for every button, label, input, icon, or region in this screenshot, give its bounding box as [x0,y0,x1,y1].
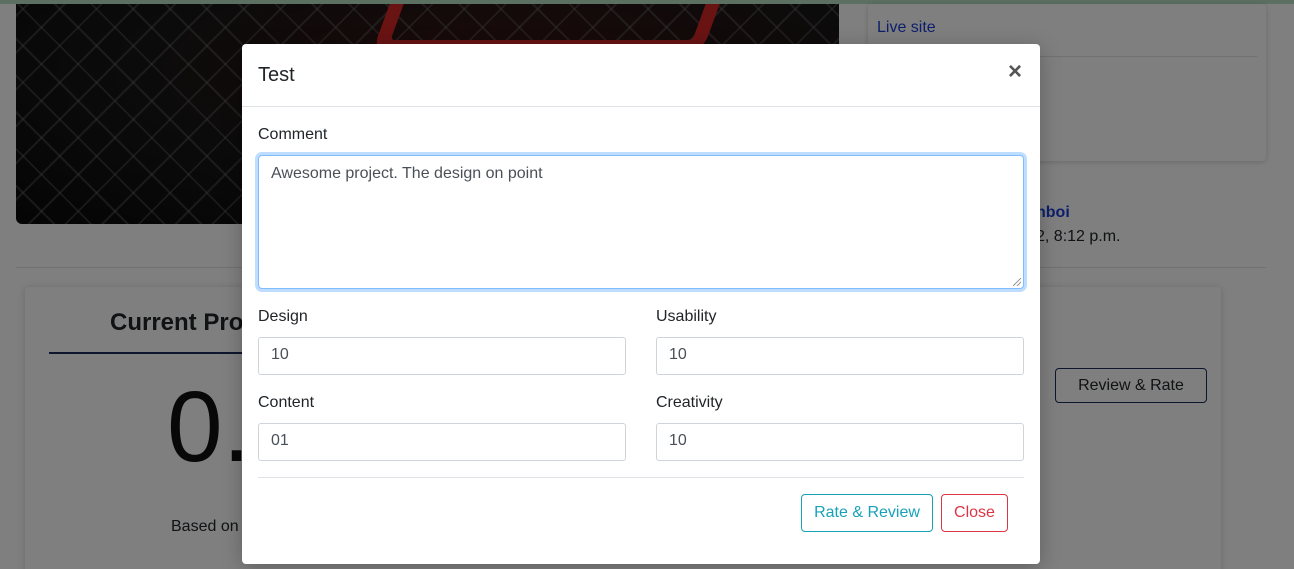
comment-textarea[interactable]: Awesome project. The design on point [258,155,1024,289]
close-button[interactable]: Close [941,494,1008,532]
content-input[interactable]: 01 [258,423,626,461]
usability-label: Usability [656,308,717,325]
resize-handle-icon[interactable] [1013,278,1021,286]
design-input[interactable]: 10 [258,337,626,375]
rate-review-modal: Test × Comment Awesome project. The desi… [242,44,1040,564]
creativity-input[interactable]: 10 [656,423,1024,461]
creativity-label: Creativity [656,394,723,411]
close-icon[interactable]: × [1006,58,1024,86]
usability-input[interactable]: 10 [656,337,1024,375]
content-label: Content [258,394,315,411]
modal-title: Test [258,64,295,86]
modal-footer-divider [258,477,1024,478]
modal-header: Test × [242,44,1040,107]
comment-label: Comment [258,126,328,143]
design-label: Design [258,308,308,325]
comment-text: Awesome project. The design on point [271,165,543,182]
rate-and-review-button[interactable]: Rate & Review [801,494,933,532]
